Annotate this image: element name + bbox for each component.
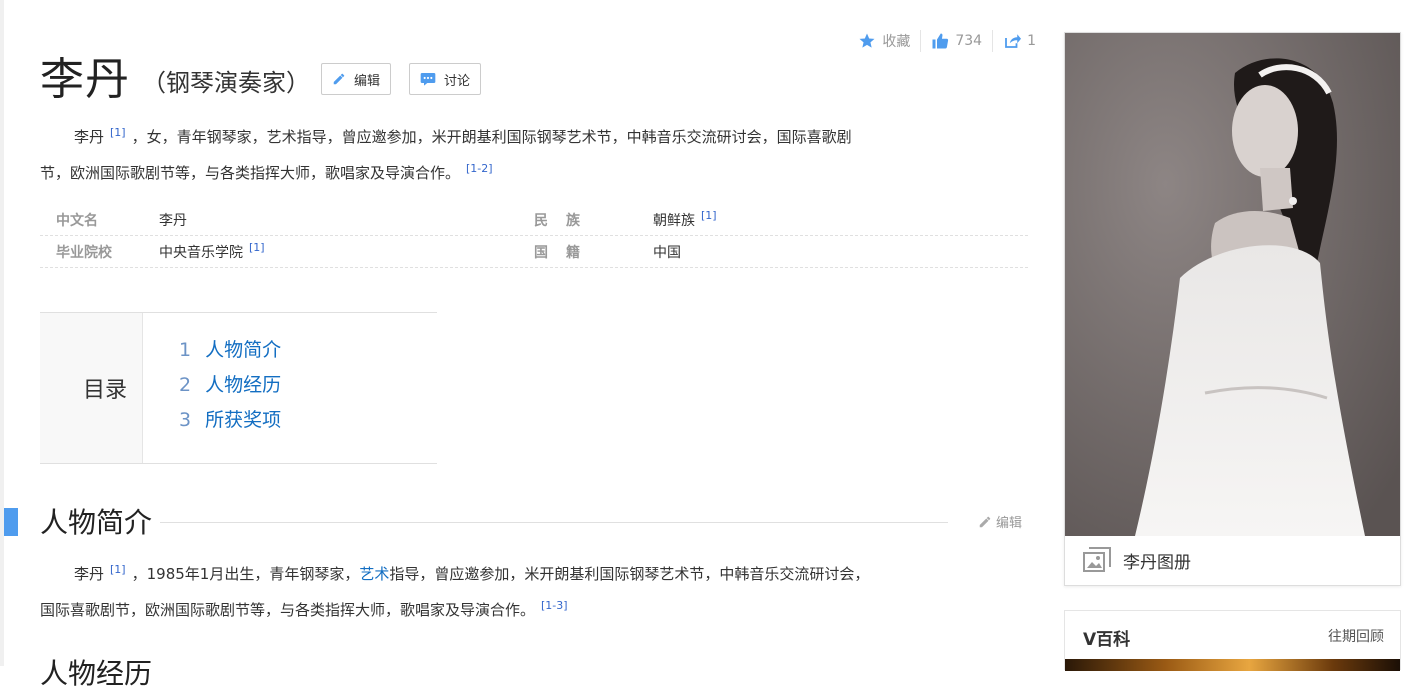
pencil-icon [979,516,991,527]
share-button[interactable]: 1 [992,30,1046,52]
left-border [0,0,4,666]
favorite-label: 收藏 [882,34,911,50]
summary-paragraph: 李丹 [1] ，女，青年钢琴家，艺术指导，曾应邀参加，米开朗基利国际钢琴艺术节，中韩… [40,117,1025,189]
toc-item[interactable]: 3 所获奖项 [179,405,281,440]
like-count: 734 [955,33,983,49]
star-icon [859,33,875,48]
image-gallery-icon [1083,547,1111,572]
v-baike-card: V百科 往期回顾 [1064,610,1401,671]
info-value: 中国 [653,244,681,261]
info-key: 民族 [534,212,598,229]
reference-link[interactable]: [1] [104,126,132,139]
reference-link[interactable]: [1] [695,209,723,222]
page-title: 李丹 [40,54,130,105]
album-caption-text: 李丹图册 [1123,552,1191,573]
section-marker [4,508,18,536]
chat-bubble-icon [420,73,436,86]
info-value: 朝鲜族 [1] [653,209,723,230]
share-count: 1 [1027,33,1036,49]
v-baike-thumbnail[interactable] [1065,659,1400,671]
section-edit-button[interactable]: 编辑 [978,512,1022,531]
toc-list: 1 人物简介 2 人物经历 3 所获奖项 [143,313,281,463]
share-icon [1005,34,1022,48]
summary-text: ，女，青年钢琴家，艺术指导，曾应邀参加，米开朗基利国际钢琴艺术节，中韩音乐交流研… [131,128,852,146]
art-link[interactable]: 艺术 [359,565,389,583]
info-value: 李丹 [159,212,187,229]
info-key: 国籍 [534,244,598,261]
basic-info-table: 中文名 李丹 民族 朝鲜族 [1] 毕业院校 中央音乐学院 [1] 国籍 中国 [40,204,1028,268]
section-edit-label: 编辑 [996,516,1023,531]
info-value: 中央音乐学院 [1] [159,241,534,262]
section-divider [160,522,948,523]
info-row: 中文名 李丹 民族 朝鲜族 [1] [40,204,1028,236]
discuss-button[interactable]: 讨论 [409,63,482,95]
toc-item[interactable]: 2 人物经历 [179,370,281,405]
reference-link[interactable]: [1-3] [535,599,574,612]
reference-link[interactable]: [1-2] [460,162,499,175]
reference-link[interactable]: [1] [243,241,271,254]
toc-item[interactable]: 1 人物简介 [179,335,281,370]
summary-text-2: 节，欧洲国际歌剧节等，与各类指挥大师，歌唱家及导演合作。 [40,164,461,182]
discuss-button-label: 讨论 [444,73,471,89]
thumbs-up-icon [932,33,949,49]
v-baike-title: V百科 [1083,630,1131,650]
section-title: 人物简介 [40,506,153,539]
reference-link[interactable]: [1] [104,563,132,576]
summary-name: 李丹 [74,128,105,146]
pencil-icon [333,73,345,85]
info-key: 毕业院校 [56,244,112,261]
edit-button-label: 编辑 [354,73,381,89]
info-key: 中文名 [56,212,98,229]
article-actions: 收藏 734 1 [848,30,1046,52]
table-of-contents: 目录 1 人物简介 2 人物经历 3 所获奖项 [40,312,437,464]
like-button[interactable]: 734 [920,30,992,52]
section-title: 人物经历 [40,657,153,690]
past-issues-link[interactable]: 往期回顾 [1328,626,1384,646]
album-caption[interactable]: 李丹图册 [1083,547,1191,573]
info-row: 毕业院校 中央音乐学院 [1] 国籍 中国 [40,236,1028,268]
section-paragraph: 李丹 [1] ，1985年1月出生，青年钢琴家，艺术指导，曾应邀参加，米开朗基利国际… [40,563,870,619]
photo-album-card[interactable]: 李丹图册 [1064,32,1401,586]
toc-title: 目录 [40,313,143,463]
page-subtitle: （钢琴演奏家） [142,69,310,97]
favorite-button[interactable]: 收藏 [848,30,920,52]
edit-button[interactable]: 编辑 [321,63,392,95]
portrait-photo[interactable] [1065,33,1400,536]
